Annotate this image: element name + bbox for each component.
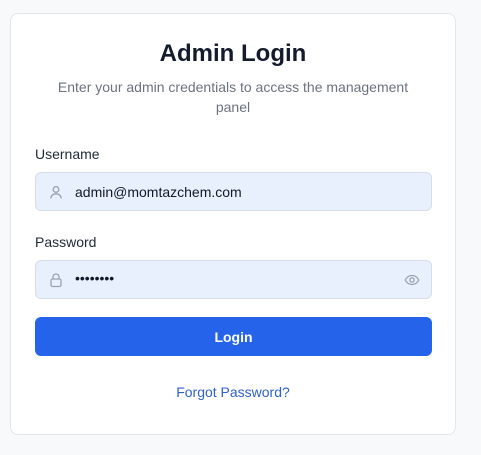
username-field[interactable]: admin@momtazchem.com: [35, 172, 432, 211]
username-value[interactable]: admin@momtazchem.com: [75, 184, 242, 200]
user-icon: [50, 186, 62, 199]
login-button[interactable]: Login: [35, 317, 432, 356]
password-value[interactable]: ••••••••: [75, 270, 114, 286]
username-label: Username: [35, 146, 100, 162]
eye-icon[interactable]: [404, 272, 420, 288]
password-field[interactable]: ••••••••: [35, 260, 432, 299]
forgot-password-link[interactable]: Forgot Password?: [11, 384, 455, 400]
page-subtitle: Enter your admin credentials to access t…: [57, 79, 409, 115]
login-card: Admin Login Enter your admin credentials…: [10, 13, 456, 435]
page-title: Admin Login: [159, 40, 307, 67]
password-label: Password: [35, 234, 97, 250]
lock-icon: [50, 273, 62, 288]
